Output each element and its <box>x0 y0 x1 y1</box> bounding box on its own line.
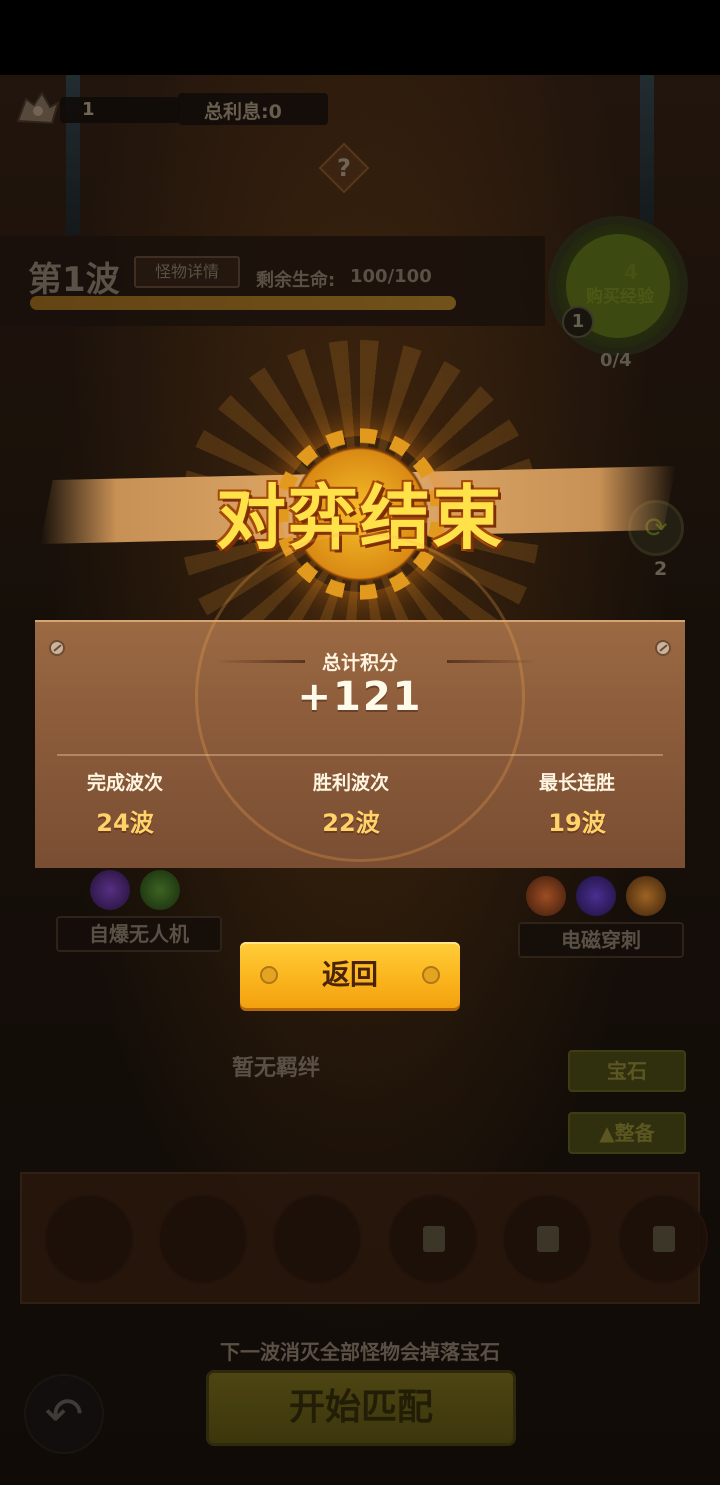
bench-slot-locked[interactable] <box>618 1194 708 1284</box>
wave-title: 第1波 <box>28 260 120 300</box>
stat-value: 19波 <box>548 809 606 837</box>
bench-slot-locked[interactable] <box>502 1194 592 1284</box>
gem-button[interactable]: 宝石 <box>568 1050 686 1092</box>
start-match-button[interactable]: 开始匹配 <box>206 1370 516 1446</box>
refresh-cost: 2 <box>654 558 668 580</box>
stat-value: 22波 <box>322 809 380 837</box>
exp-cost: 4 <box>624 260 638 284</box>
dragon-skill-icon <box>626 876 666 916</box>
vortex-skill-icon <box>90 870 130 910</box>
stat-won-waves: 胜利波次 22波 <box>261 768 441 838</box>
player-level: 1 <box>12 87 180 127</box>
remaining-life-value: 100/100 <box>350 266 432 287</box>
stat-label: 最长连胜 <box>538 772 615 794</box>
wave-panel: 第1波 怪物详情 剩余生命: 100/100 <box>0 236 545 326</box>
total-score-label: 总计积分 <box>321 652 398 674</box>
exp-progress: 0/4 <box>600 350 632 371</box>
lock-icon <box>537 1226 559 1252</box>
stat-completed-waves: 完成波次 24波 <box>35 768 215 838</box>
stat-longest-streak: 最长连胜 19波 <box>487 768 667 838</box>
panel-divider <box>57 754 663 756</box>
bench-slot[interactable] <box>44 1194 134 1284</box>
synergy-tag-left[interactable]: 自爆无人机 <box>56 916 222 952</box>
no-bond-text: 暂无羁绊 <box>232 1056 321 1081</box>
stat-label: 完成波次 <box>86 772 163 794</box>
level-bar <box>60 97 180 123</box>
monster-details-button[interactable]: 怪物详情 <box>134 256 240 288</box>
lock-icon <box>423 1226 445 1252</box>
status-bar <box>0 0 720 75</box>
total-score-value: +121 <box>297 674 423 720</box>
bench-slots <box>20 1172 708 1304</box>
synergy-tag-right[interactable]: 电磁穿刺 <box>518 922 684 958</box>
total-interest: 总利息:0 <box>178 93 328 125</box>
stat-label: 胜利波次 <box>312 772 389 794</box>
bench-slot[interactable] <box>272 1194 362 1284</box>
bench-slot-locked[interactable] <box>388 1194 478 1284</box>
target-skill-icon <box>576 876 616 916</box>
lock-icon <box>653 1226 675 1252</box>
buy-exp-label: 购买经验 <box>586 287 654 307</box>
spiral-skill-icon <box>526 876 566 916</box>
total-interest-label: 总利息:0 <box>204 101 282 123</box>
exp-level-badge: 1 <box>562 306 594 338</box>
player-level-value: 1 <box>82 99 95 120</box>
remaining-life-label: 剩余生命: <box>256 270 336 291</box>
return-button[interactable]: 返回 <box>240 942 460 1008</box>
bench-slot[interactable] <box>158 1194 248 1284</box>
stat-value: 24波 <box>96 809 154 837</box>
return-button-label: 返回 <box>321 958 378 991</box>
wave-progress-fill <box>30 296 456 310</box>
dragon-avatar-icon <box>16 91 60 125</box>
tree-skill-icon <box>140 870 180 910</box>
score-panel: 总计积分 +121 完成波次 24波 胜利波次 22波 最长连胜 19波 <box>35 532 685 868</box>
help-icon: ? <box>337 154 351 182</box>
back-icon[interactable]: ↶ <box>24 1374 104 1454</box>
equip-button[interactable]: ▲整备 <box>568 1112 686 1154</box>
next-wave-hint: 下一波消灭全部怪物会掉落宝石 <box>220 1340 500 1364</box>
top-hud: 1 总利息:0 <box>0 75 720 135</box>
wave-progress-bar <box>30 296 456 310</box>
monster-details-label: 怪物详情 <box>154 262 219 281</box>
